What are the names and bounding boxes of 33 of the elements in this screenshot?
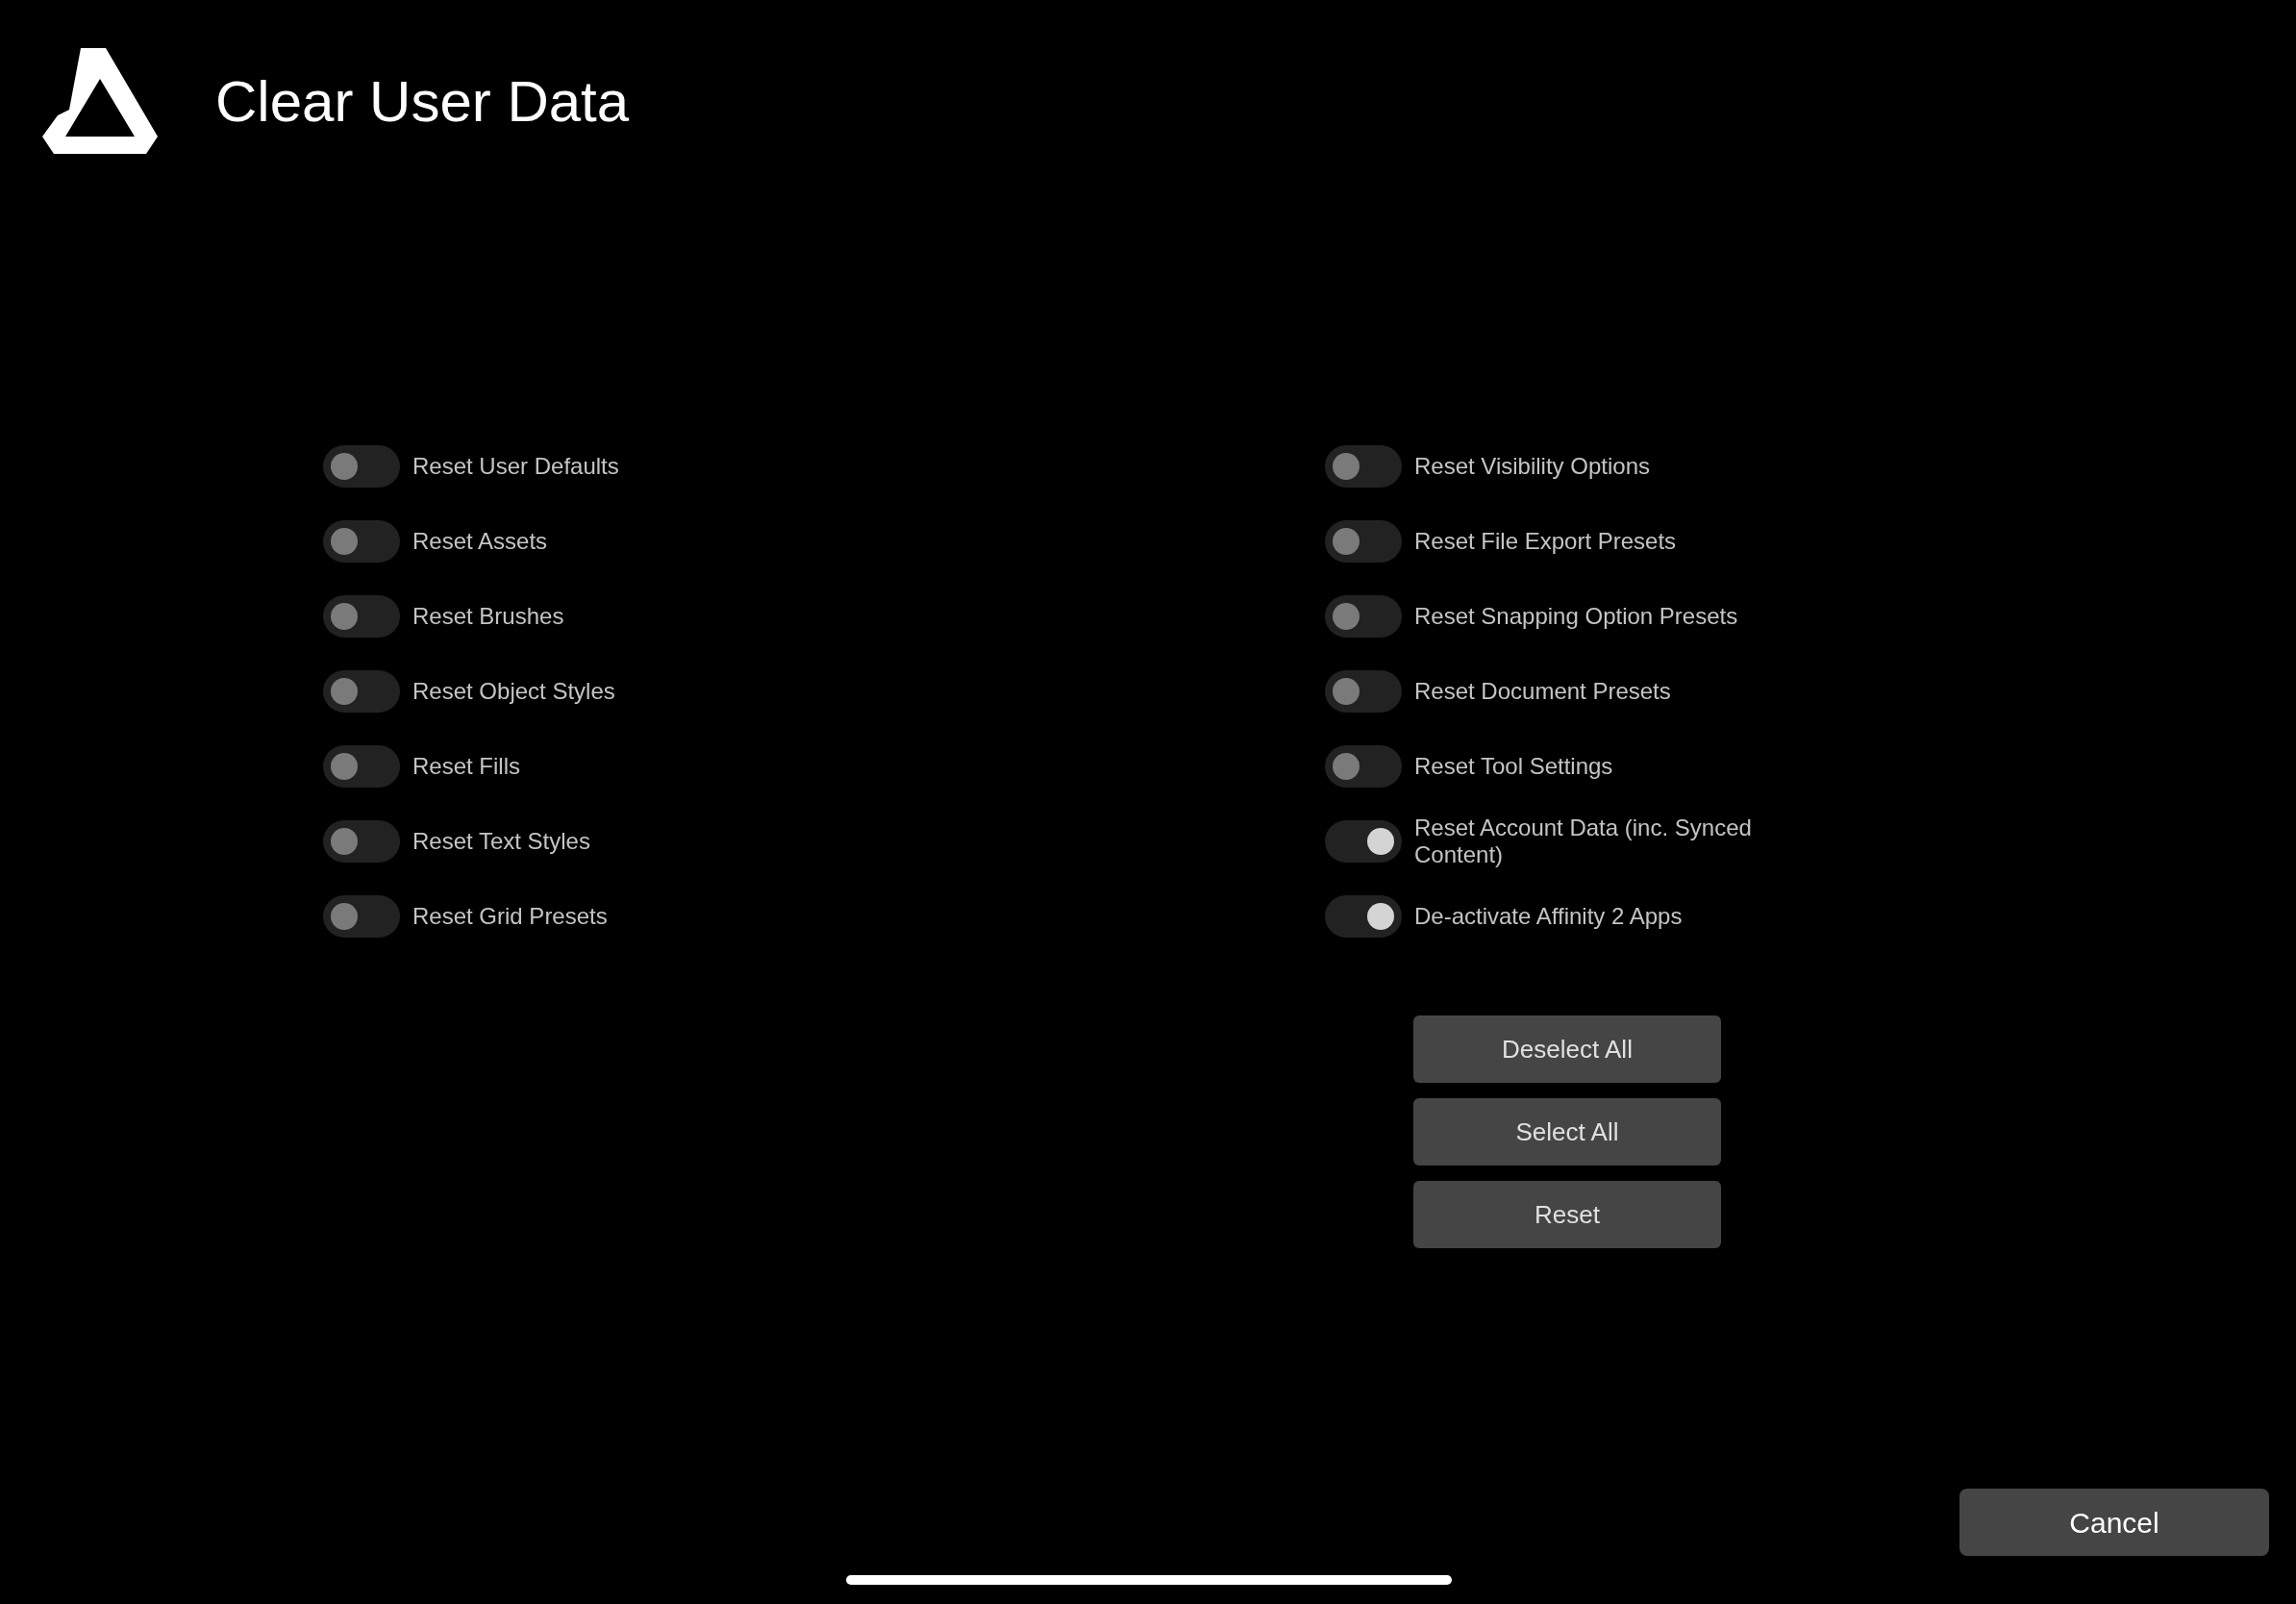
- option-label: Reset Text Styles: [412, 828, 590, 855]
- toggle-switch[interactable]: [323, 670, 400, 713]
- action-button[interactable]: Reset: [1413, 1181, 1721, 1248]
- option-label: Reset Object Styles: [412, 678, 615, 705]
- option-label: Reset Assets: [412, 528, 548, 555]
- option-label: Reset Grid Presets: [412, 903, 608, 930]
- toggle-switch[interactable]: [1325, 895, 1402, 938]
- toggle-switch[interactable]: [1325, 595, 1402, 638]
- toggle-switch[interactable]: [1325, 520, 1402, 563]
- option-label: Reset Snapping Option Presets: [1414, 603, 1738, 630]
- toggle-switch[interactable]: [323, 745, 400, 788]
- toggle-switch[interactable]: [323, 445, 400, 488]
- toggle-switch[interactable]: [323, 895, 400, 938]
- option-label: Reset Fills: [412, 753, 521, 780]
- option-label: Reset Tool Settings: [1414, 753, 1613, 780]
- toggle-switch[interactable]: [1325, 820, 1402, 863]
- option-label: Reset Visibility Options: [1414, 453, 1650, 480]
- option-label: Reset File Export Presets: [1414, 528, 1677, 555]
- action-button[interactable]: Select All: [1413, 1098, 1721, 1165]
- toggle-switch[interactable]: [323, 520, 400, 563]
- toggle-switch[interactable]: [1325, 745, 1402, 788]
- toggle-switch[interactable]: [1325, 445, 1402, 488]
- option-label: Reset Brushes: [412, 603, 564, 630]
- option-label: Reset Document Presets: [1414, 678, 1671, 705]
- option-label: Reset User Defaults: [412, 453, 619, 480]
- page-title: Clear User Data: [215, 73, 630, 131]
- cancel-button[interactable]: Cancel: [1959, 1489, 2269, 1556]
- toggle-switch[interactable]: [1325, 670, 1402, 713]
- toggle-switch[interactable]: [323, 820, 400, 863]
- toggle-switch[interactable]: [323, 595, 400, 638]
- option-label: De-activate Affinity 2 Apps: [1414, 903, 1683, 930]
- option-label: Reset Account Data (inc. Synced Content): [1414, 815, 1753, 868]
- action-button[interactable]: Deselect All: [1413, 1015, 1721, 1083]
